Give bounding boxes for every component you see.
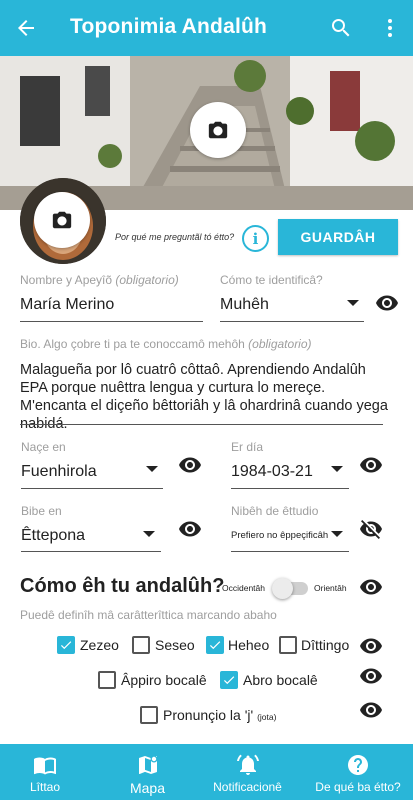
- identify-underline: [220, 321, 364, 322]
- region-toggle-knob[interactable]: [272, 578, 293, 599]
- why-question-text: Por qué me preguntãl tó étto?: [115, 232, 235, 242]
- visibility-icon[interactable]: [178, 517, 202, 541]
- features-hint: Puedê definîh mâ carâtterîttica marcando…: [20, 608, 277, 622]
- app-bar: Toponimia Andalûh: [0, 0, 413, 56]
- checkbox-pronunçio-jota[interactable]: [140, 706, 158, 724]
- born-label: Naçe en: [21, 440, 66, 454]
- bio-required-text: (obligatorio): [248, 337, 312, 351]
- andaluh-section-title: Cómo êh tu andalûh?: [20, 575, 225, 597]
- nav-item-mapa[interactable]: Mapa: [95, 744, 200, 800]
- checkbox-seseo[interactable]: [132, 636, 150, 654]
- day-label: Er día: [231, 440, 264, 454]
- visibility-icon[interactable]: [359, 634, 383, 658]
- checkbox-zezeo[interactable]: [57, 636, 75, 654]
- born-select[interactable]: Fuenhirola: [21, 463, 97, 481]
- map-pin-icon: [138, 755, 157, 774]
- toggle-right-label: Orientâh: [314, 583, 347, 593]
- name-label: Nombre y Apeyîõ (obligatorio): [20, 273, 179, 287]
- name-required-text: (obligatorio): [115, 273, 179, 287]
- checkbox-appiro-bocale[interactable]: [98, 671, 116, 689]
- chevron-down-icon[interactable]: [143, 531, 155, 537]
- add-photo-icon: [208, 121, 228, 139]
- cover-camera-button[interactable]: [190, 102, 246, 158]
- lives-select[interactable]: Êttepona: [21, 527, 85, 545]
- visibility-icon[interactable]: [359, 575, 383, 599]
- checkbox-label: Âppiro bocalê: [121, 672, 207, 688]
- visibility-icon[interactable]: [359, 664, 383, 688]
- visibility-icon[interactable]: [375, 291, 399, 315]
- avatar[interactable]: [20, 178, 106, 264]
- checkbox-label-text: Pronunçio la 'j': [163, 707, 254, 723]
- arrow-back-icon[interactable]: [14, 16, 38, 40]
- info-icon[interactable]: i: [242, 225, 269, 252]
- studies-label: Nibêh de êttudio: [231, 504, 319, 518]
- info-icon-glyph: i: [252, 229, 259, 248]
- toggle-left-label: Occidentâh: [222, 583, 265, 593]
- chevron-down-icon[interactable]: [331, 531, 343, 537]
- checkbox-label: Abro bocalê: [243, 672, 318, 688]
- identify-select[interactable]: Muhêh: [220, 296, 269, 314]
- visibility-icon[interactable]: [359, 698, 383, 722]
- identify-label: Cómo te identificâ?: [220, 273, 323, 287]
- name-field[interactable]: María Merino: [20, 296, 114, 314]
- check-icon: [60, 641, 72, 650]
- visibility-icon[interactable]: [359, 453, 383, 477]
- born-underline: [21, 488, 163, 489]
- bell-ring-icon: [236, 754, 259, 775]
- day-underline: [231, 488, 349, 489]
- help-circle-icon: [348, 755, 368, 775]
- chevron-down-icon[interactable]: [146, 466, 158, 472]
- nav-label: De qué ba étto?: [315, 780, 401, 794]
- checkbox-abro-bocale[interactable]: [220, 671, 238, 689]
- add-photo-icon: [52, 211, 72, 229]
- checkbox-label: Pronunçio la 'j' (jota): [163, 707, 276, 723]
- check-icon: [209, 641, 221, 650]
- checkbox-label: Zezeo: [80, 637, 119, 653]
- nav-item-notificaciones[interactable]: Notificacionê: [200, 744, 295, 800]
- map-book-icon: [34, 757, 56, 775]
- name-underline: [20, 321, 203, 322]
- lives-underline: [21, 551, 161, 552]
- search-icon[interactable]: [329, 16, 353, 40]
- nav-label: Mapa: [129, 780, 166, 796]
- page-title: Toponimia Andalûh: [70, 15, 268, 38]
- checkbox-label: Heheo: [228, 637, 270, 653]
- nav-item-help[interactable]: De qué ba étto?: [305, 744, 411, 800]
- studies-underline: [231, 551, 349, 552]
- visibility-icon[interactable]: [178, 453, 202, 477]
- bottom-navigation: Lîttao Mapa Notificacionê De qué ba étto…: [0, 744, 413, 800]
- nav-item-littao[interactable]: Lîttao: [0, 744, 90, 800]
- nav-label: Lîttao: [29, 780, 61, 794]
- checkbox-heheo[interactable]: [206, 636, 224, 654]
- lives-label: Bibe en: [21, 504, 62, 518]
- more-vert-icon[interactable]: [378, 16, 402, 40]
- visibility-off-icon[interactable]: [359, 517, 383, 541]
- checkbox-label: Seseo: [155, 637, 195, 653]
- checkbox-label: Dîttingo: [301, 637, 350, 653]
- save-button[interactable]: GUARDÂH: [278, 219, 398, 255]
- bio-label-text: Bio. Algo çobre ti pa te conoccamô mehôh: [20, 337, 245, 351]
- chevron-down-icon[interactable]: [347, 300, 359, 306]
- bio-label: Bio. Algo çobre ti pa te conoccamô mehôh…: [20, 337, 312, 351]
- bio-underline: [20, 424, 383, 425]
- nav-label: Notificacionê: [213, 780, 282, 794]
- check-icon: [223, 676, 235, 685]
- chevron-down-icon[interactable]: [331, 466, 343, 472]
- day-select[interactable]: 1984-03-21: [231, 463, 313, 481]
- avatar-camera-button[interactable]: [34, 192, 90, 248]
- name-label-text: Nombre y Apeyîõ: [20, 273, 113, 287]
- checkbox-dittingo[interactable]: [279, 636, 297, 654]
- checkbox-note: (jota): [257, 712, 277, 722]
- studies-select[interactable]: Prefiero no êppeçificâh: [231, 530, 328, 541]
- bio-field[interactable]: Malagueña por lô cuatrô côttaô. Aprendie…: [20, 361, 390, 433]
